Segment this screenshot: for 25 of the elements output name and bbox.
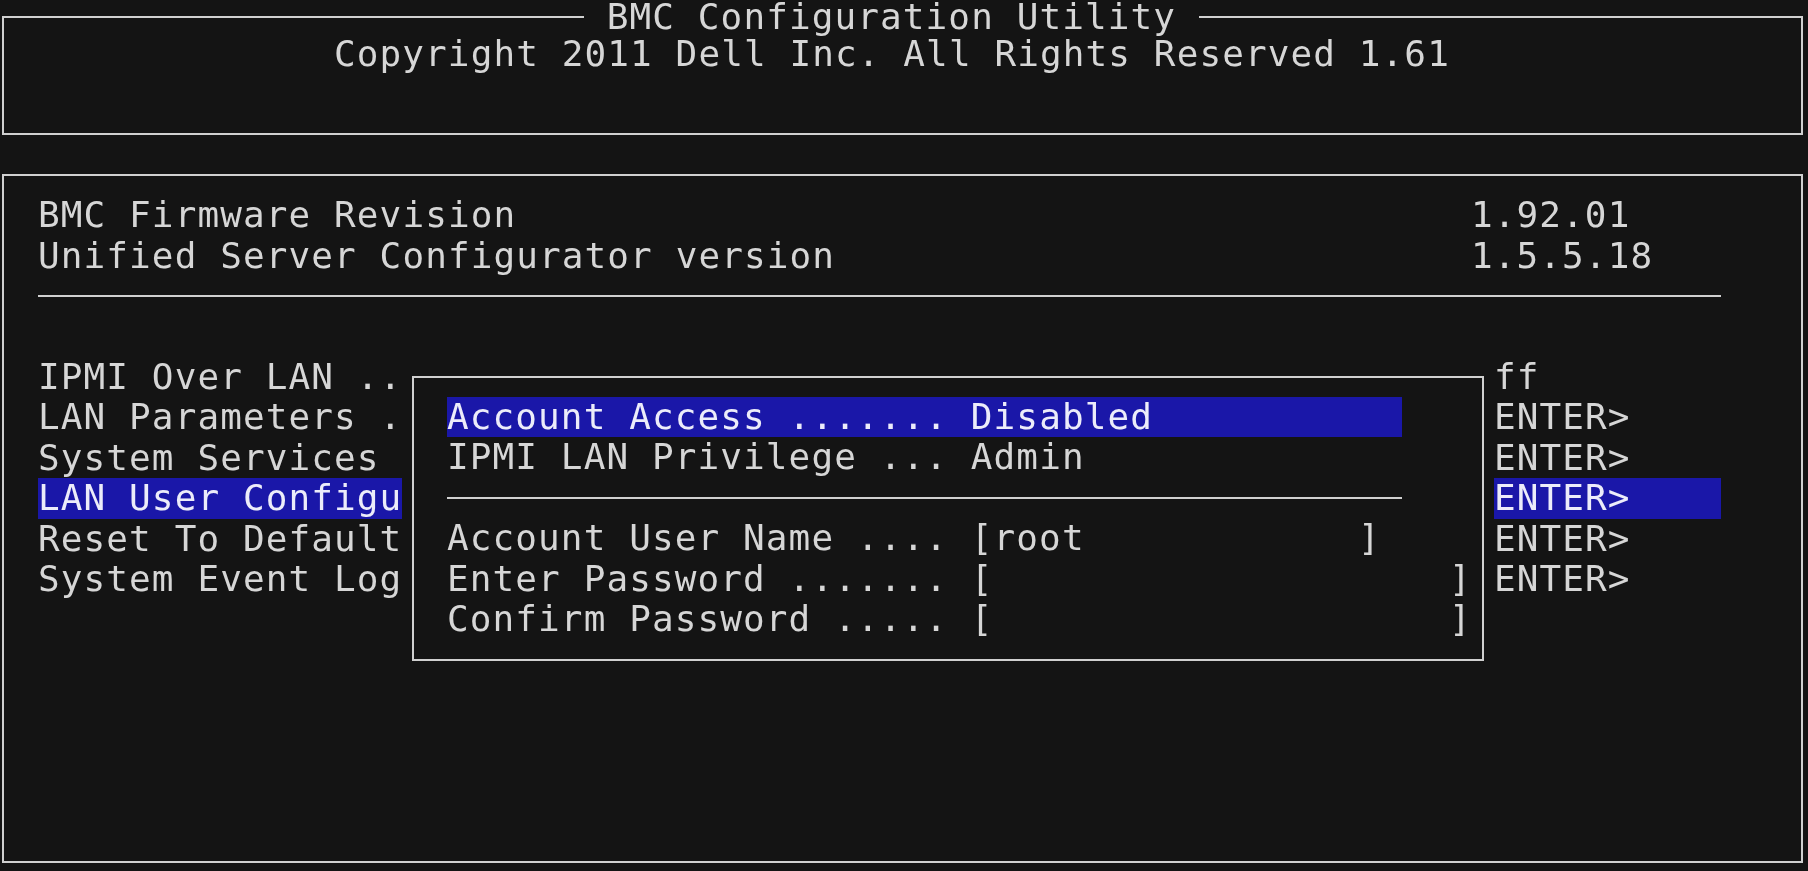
field-label: Confirm Password .....	[447, 599, 949, 640]
field-label: Enter Password .......	[447, 558, 949, 599]
menu-item[interactable]: System Event Log	[38, 559, 403, 600]
info-value: 1.5.5.18	[1471, 235, 1654, 277]
info-label: BMC Firmware Revision	[38, 195, 517, 236]
menu-item-value: ENTER>	[1494, 478, 1721, 519]
menu-item-value: ENTER>	[1494, 518, 1631, 560]
input-field[interactable]: [ ]	[970, 558, 1472, 599]
info-value: 1.92.01	[1471, 195, 1631, 236]
menu-item-value: ENTER>	[1494, 559, 1631, 600]
menu-item-value: ff	[1494, 357, 1540, 398]
popup-option[interactable]: IPMI LAN Privilege ... Admin	[447, 437, 1085, 478]
field-label: Account User Name ....	[447, 518, 949, 559]
menu-item-value: ENTER>	[1494, 437, 1631, 479]
menu-item[interactable]: IPMI Over LAN ..	[38, 357, 403, 398]
menu-item[interactable]: Reset To Default	[38, 518, 403, 560]
menu-item[interactable]: System Services	[38, 437, 380, 479]
popup-option[interactable]: Account Access ....... Disabled	[447, 397, 1402, 438]
menu-item[interactable]: LAN User Configu	[38, 478, 403, 519]
input-field[interactable]: [ ]	[970, 599, 1472, 640]
app-title: BMC Configuration Utility	[605, 0, 1178, 34]
input-field[interactable]: [root ]	[970, 518, 1381, 559]
menu-item-value: ENTER>	[1494, 397, 1631, 438]
info-label: Unified Server Configurator version	[38, 235, 836, 277]
menu-item[interactable]: LAN Parameters .	[38, 397, 403, 438]
